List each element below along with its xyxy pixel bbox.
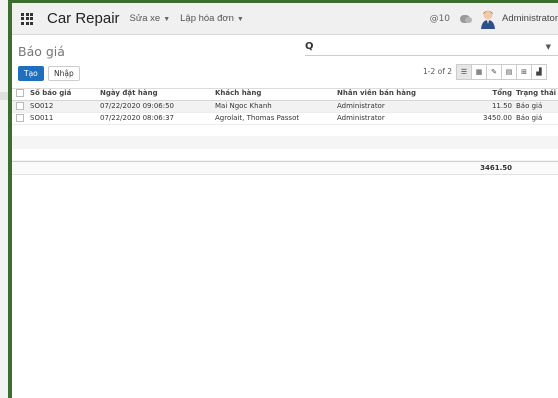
col-status-header[interactable]: Trạng thái <box>516 89 556 97</box>
avatar[interactable] <box>480 9 496 29</box>
chat-icon[interactable] <box>460 14 473 23</box>
table-header: Số báo giá Ngày đặt hàng Khách hàng Nhân… <box>12 88 558 101</box>
cell-date: 07/22/2020 09:06:50 <box>100 102 175 110</box>
cell-salesperson: Administrator <box>337 102 385 110</box>
graph-view-icon[interactable]: ▟ <box>531 64 547 80</box>
table-row[interactable]: SO011 07/22/2020 08:06:37 Agrolait, Thom… <box>12 113 558 125</box>
cell-total: 3450.00 <box>483 114 512 122</box>
user-name[interactable]: Administrator <box>502 13 558 24</box>
cell-number: SO011 <box>30 114 54 122</box>
control-panel: Báo giá Q ▼ Tạo Nhập 1-2 of 2 ☰ ▦ ✎ ▤ ⊞ … <box>12 35 558 89</box>
row-checkbox[interactable] <box>16 114 24 122</box>
chevron-down-icon[interactable]: ▼ <box>546 43 551 51</box>
top-navbar: Car Repair Sửa xe ▼ Lập hóa đơn ▼ @10 Admi… <box>12 3 558 35</box>
cell-number: SO012 <box>30 102 54 110</box>
cell-status: Báo giá <box>516 114 543 122</box>
search-input[interactable]: Q ▼ <box>305 40 558 56</box>
menu-repair-label: Sửa xe <box>129 13 161 24</box>
kanban-view-icon[interactable]: ▦ <box>471 64 487 80</box>
list-view-icon[interactable]: ☰ <box>456 64 472 80</box>
row-checkbox[interactable] <box>16 102 24 110</box>
col-customer-header[interactable]: Khách hàng <box>215 89 261 97</box>
view-switcher: ☰ ▦ ✎ ▤ ⊞ ▟ <box>456 64 547 80</box>
page-title: Báo giá <box>18 44 65 59</box>
select-all-checkbox[interactable] <box>16 89 24 97</box>
col-date-header[interactable]: Ngày đặt hàng <box>100 89 158 97</box>
import-button[interactable]: Nhập <box>48 66 80 81</box>
empty-row <box>12 137 558 149</box>
chevron-down-icon: ▼ <box>236 16 244 23</box>
cell-date: 07/22/2020 08:06:37 <box>100 114 175 122</box>
empty-row <box>12 125 558 137</box>
col-total-header[interactable]: Tổng <box>492 89 512 97</box>
cell-customer: Agrolait, Thomas Passot <box>215 114 300 122</box>
col-number-header[interactable]: Số báo giá <box>30 89 71 97</box>
cell-status: Báo giá <box>516 102 543 110</box>
create-button[interactable]: Tạo <box>18 66 44 81</box>
menu-repair[interactable]: Sửa xe ▼ <box>130 13 171 24</box>
navbar-right: @10 Administrator <box>430 3 558 34</box>
left-frame-panel <box>0 0 10 398</box>
cell-customer: Mai Ngoc Khanh <box>215 102 272 110</box>
pager-value[interactable]: 1-2 of 2 <box>423 67 452 76</box>
calendar-view-icon[interactable]: ▤ <box>501 64 517 80</box>
col-salesperson-header[interactable]: Nhân viên bán hàng <box>337 89 416 97</box>
cell-total: 11.50 <box>491 102 512 110</box>
table-footer: 3461.50 <box>12 161 558 175</box>
left-frame-marker <box>0 92 8 100</box>
menu-invoicing-label: Lập hóa đơn <box>180 13 234 24</box>
cell-salesperson: Administrator <box>337 114 385 122</box>
activity-counter[interactable]: @10 <box>430 14 450 24</box>
empty-row <box>12 149 558 161</box>
footer-sum-total: 3461.50 <box>480 164 512 172</box>
chevron-down-icon: ▼ <box>163 16 171 23</box>
table-row[interactable]: SO012 07/22/2020 09:06:50 Mai Ngoc Khanh… <box>12 101 558 113</box>
quotation-list: Số báo giá Ngày đặt hàng Khách hàng Nhân… <box>12 88 558 175</box>
app-window: Car Repair Sửa xe ▼ Lập hóa đơn ▼ @10 Admi… <box>12 3 558 398</box>
app-brand[interactable]: Car Repair <box>47 10 120 27</box>
search-icon: Q <box>305 41 314 52</box>
form-view-icon[interactable]: ✎ <box>486 64 502 80</box>
apps-menu-icon[interactable] <box>21 12 33 25</box>
pivot-view-icon[interactable]: ⊞ <box>516 64 532 80</box>
menu-invoicing[interactable]: Lập hóa đơn ▼ <box>180 13 244 24</box>
